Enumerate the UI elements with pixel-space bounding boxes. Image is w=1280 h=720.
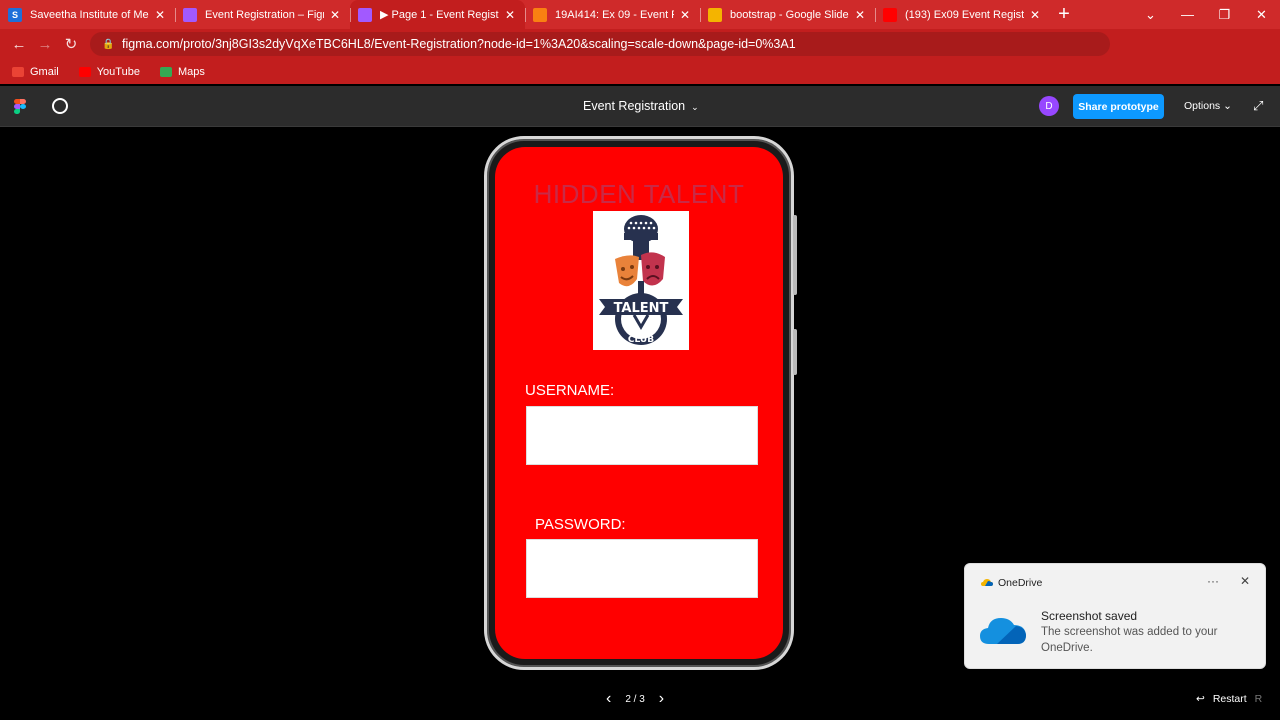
onedrive-notification[interactable]: OneDrive ··· ✕ Screenshot saved The scre… [964,563,1266,669]
back-button[interactable]: ← [6,36,32,53]
logo-text-top: TALENT [614,301,669,316]
url-text: figma.com/proto/3nj8GI3s2dyVqXeTBC6HL8/E… [122,37,796,51]
username-field[interactable] [526,406,758,465]
browser-tab[interactable]: Event Registration – Figma ✕ [175,0,350,29]
bookmark-item[interactable]: YouTube [78,65,140,78]
phone-frame: HIDDEN TALENT TALENT CLUB USERNAME: PASS… [484,136,797,670]
phone-side-button [793,215,797,295]
options-dropdown[interactable]: Options ⌄ [1184,100,1232,112]
browser-tab[interactable]: ▶ Page 1 - Event Registratic ✕ [350,0,525,29]
file-title-dropdown[interactable]: Event Registration ⌄ [583,99,699,113]
forward-button[interactable]: → [32,36,58,53]
chevron-down-icon: ⌄ [691,102,699,112]
app-screen: HIDDEN TALENT TALENT CLUB USERNAME: PASS… [495,147,783,659]
moodle-icon [533,7,547,22]
user-avatar[interactable]: D [1039,96,1059,116]
close-window-button[interactable]: ✕ [1243,7,1280,23]
prototype-pager: ‹ 2 / 3 › [606,690,664,708]
share-prototype-button[interactable]: Share prototype [1073,94,1164,119]
file-title: Event Registration [583,99,686,113]
youtube-icon [883,7,897,22]
minimize-button[interactable]: — [1169,7,1206,22]
maps-icon [159,66,172,77]
more-options-icon[interactable]: ··· [1207,574,1219,588]
comment-icon[interactable] [52,98,68,114]
tab-title: bootstrap - Google Slides [730,8,849,21]
restart-icon: ↩ [1196,693,1205,705]
tab-title: ▶ Page 1 - Event Registratic [380,9,499,21]
figma-icon [183,7,197,22]
tab-search-icon[interactable]: ⌄ [1132,7,1169,23]
next-frame-button[interactable]: › [659,690,664,708]
close-tab-icon[interactable]: ✕ [853,8,867,22]
close-tab-icon[interactable]: ✕ [678,8,692,22]
bookmark-item[interactable]: Gmail [12,66,59,78]
figma-logo-icon[interactable] [14,99,26,115]
slides-icon [708,7,722,22]
password-label: PASSWORD: [535,516,626,533]
close-tab-icon[interactable]: ✕ [153,8,167,22]
bookmarks-bar: Gmail YouTube Maps [0,59,1280,84]
lock-icon: 🔒 [102,39,115,50]
saveetha-icon: S [8,7,22,22]
browser-tab[interactable]: 19AI414: Ex 09 - Event Regi ✕ [525,0,700,29]
bookmark-label: YouTube [96,65,140,78]
address-bar: ← → ↻ 🔒 figma.com/proto/3nj8GI3s2dyVqXeT… [0,29,1280,82]
tab-title: 19AI414: Ex 09 - Event Regi [555,8,674,21]
youtube-icon [78,66,91,77]
bookmark-label: Gmail [30,65,59,78]
tab-title: (193) Ex09 Event Registratic [905,8,1024,21]
gmail-icon [12,66,24,77]
password-field[interactable] [526,539,758,598]
tab-title: Event Registration – Figma [205,8,324,21]
new-tab-button[interactable]: + [1050,0,1078,29]
phone-side-button [793,329,797,375]
close-tab-icon[interactable]: ✕ [1028,8,1042,22]
restart-shortcut: R [1254,693,1263,705]
close-tab-icon[interactable]: ✕ [328,8,342,22]
reload-button[interactable]: ↻ [58,35,84,53]
toast-app-name: OneDrive [998,577,1043,589]
toast-message: The screenshot was added to your OneDriv… [1041,626,1218,654]
window-controls: ⌄ — ❐ ✕ [1132,0,1280,29]
browser-tab-bar: SSaveetha Institute of Medic✕Event Regis… [0,0,1280,29]
toast-title: Screenshot saved [1041,609,1138,623]
tab-title: Saveetha Institute of Medic [30,8,149,21]
onedrive-icon [981,579,993,586]
maximize-button[interactable]: ❐ [1206,7,1243,23]
onedrive-cloud-icon [980,618,1026,644]
logo-text-bottom: CLUB [628,335,654,345]
fullscreen-icon[interactable]: ⤢ [1253,98,1263,114]
app-title: HIDDEN TALENT [533,179,745,209]
username-label: USERNAME: [525,382,615,399]
close-icon[interactable]: ✕ [1240,574,1250,588]
figma-toolbar: Event Registration ⌄ D Share prototype Op… [0,86,1280,127]
url-field[interactable]: 🔒 figma.com/proto/3nj8GI3s2dyVqXeTBC6HL8… [90,32,1110,56]
restart-label: Restart [1212,693,1247,705]
bookmark-item[interactable]: Maps [159,65,205,78]
bookmark-label: Maps [177,65,205,78]
figma-icon [358,7,372,22]
options-label: Options [1184,100,1221,112]
restart-button[interactable]: ↩ Restart R [1196,693,1262,705]
close-tab-icon[interactable]: ✕ [503,8,517,22]
browser-tab[interactable]: S Saveetha Institute of Medic ✕ [0,0,175,29]
browser-tab[interactable]: (193) Ex09 Event Registratic ✕ [875,0,1050,29]
chevron-down-icon: ⌄ [1223,100,1232,112]
browser-tab[interactable]: bootstrap - Google Slides ✕ [700,0,875,29]
talent-club-logo: TALENT CLUB [593,211,689,350]
previous-frame-button[interactable]: ‹ [606,690,611,708]
page-indicator: 2 / 3 [625,693,645,705]
